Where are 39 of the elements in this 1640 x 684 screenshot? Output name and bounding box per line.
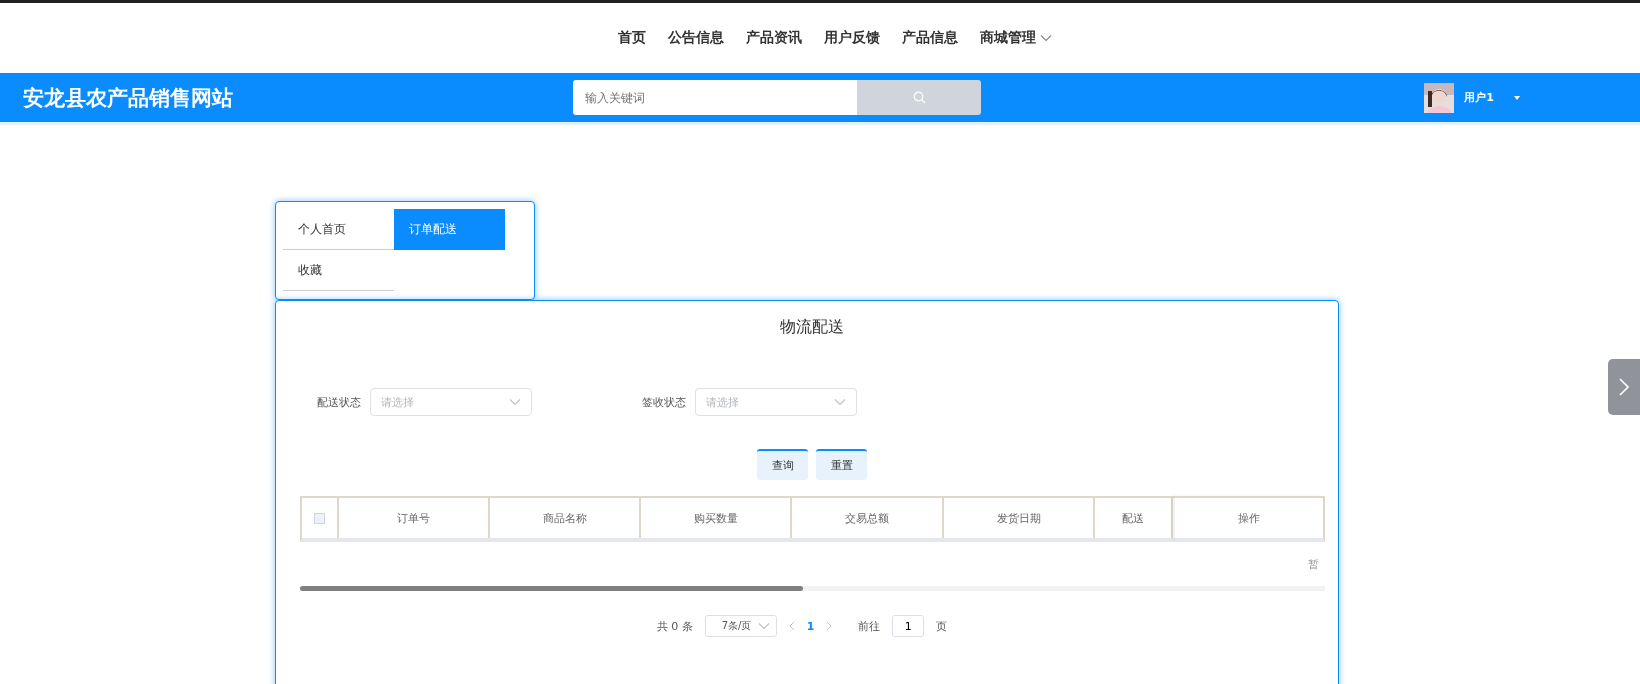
chevron-down-icon [834,398,846,406]
column-header: 交易总额 [845,510,889,526]
nav-link[interactable]: 首页 [618,29,646,47]
page-size-select[interactable]: 7条/页 [704,615,777,637]
column-header: 配送 [1122,510,1144,526]
panel-title: 物流配送 [779,316,845,338]
caret-icon[interactable] [1514,95,1520,100]
search-icon [912,91,926,104]
filter-label: 配送状态 [317,394,361,410]
nav-link[interactable]: 商城管理 [980,29,1052,47]
chevron-right-icon [1619,378,1629,396]
chevron-right-icon[interactable] [826,621,833,631]
chevron-down-icon [757,622,770,630]
nav-link[interactable]: 产品资讯 [746,29,802,47]
nav-link[interactable]: 公告信息 [668,29,724,47]
nav-link[interactable]: 产品信息 [902,29,958,47]
column-header: 订单号 [397,510,430,526]
side-handle[interactable] [1608,359,1640,415]
page-suffix: 页 [936,618,948,634]
site-title: 安龙县农产品销售网站 [23,84,234,112]
nav-link[interactable]: 用户反馈 [824,29,880,47]
column-header: 商品名称 [542,510,587,526]
action-button[interactable]: 重置 [816,449,867,480]
scrollbar[interactable] [300,586,1325,591]
filter-label: 签收状态 [642,394,686,410]
chevron-down-icon [1040,34,1052,42]
column-header: 购买数量 [693,510,738,526]
chevron-down-icon [509,398,521,406]
column-header: 发货日期 [996,510,1041,526]
empty-text: 暂 [1308,556,1319,572]
page-input[interactable]: 1 [892,615,925,637]
column-header: 操作 [1238,510,1260,526]
goto-label: 前往 [858,618,881,634]
checkbox[interactable] [314,512,325,524]
menu-item[interactable]: 收藏 [283,250,394,291]
total-count: 共 0 条 [656,618,693,634]
action-button[interactable]: 查询 [757,449,808,480]
chevron-left-icon[interactable] [788,621,795,631]
search-field[interactable]: 输入关键词 [573,80,857,115]
